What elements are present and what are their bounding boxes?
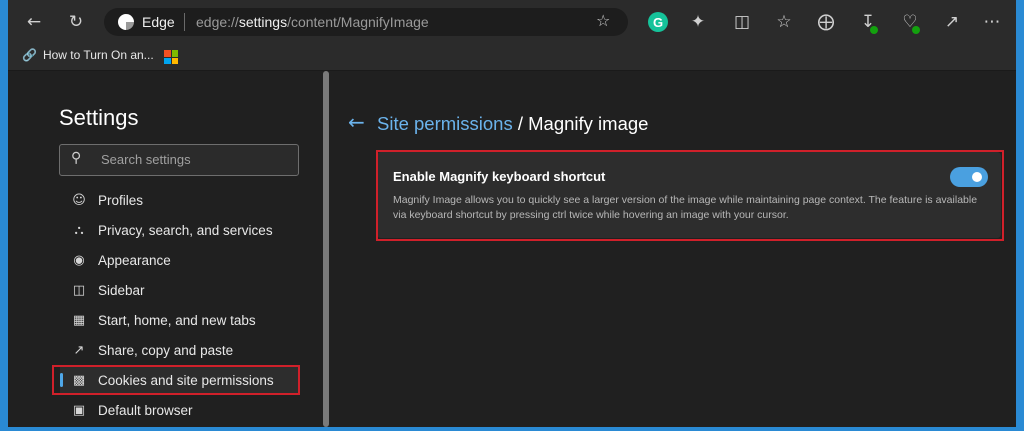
sidebar-item-profiles[interactable]: ☺ Profiles bbox=[60, 187, 300, 213]
favorites-icon[interactable]: ☆ bbox=[772, 10, 796, 34]
default-browser-icon: ▣ bbox=[72, 402, 86, 418]
favorite-star-icon[interactable]: ☆ bbox=[596, 11, 610, 30]
essentials-badge bbox=[912, 26, 920, 34]
favorite-link-label: How to Turn On an... bbox=[42, 48, 154, 62]
microsoft-logo-icon[interactable] bbox=[164, 50, 178, 64]
lock-icon: ⛬ bbox=[74, 222, 84, 238]
share-page-icon[interactable]: ↗ bbox=[940, 10, 964, 34]
sidebar-item-privacy[interactable]: ⛬ Privacy, search, and services bbox=[60, 217, 300, 243]
breadcrumb-site-permissions[interactable]: Site permissions bbox=[377, 113, 513, 134]
back-icon[interactable]: ← bbox=[22, 10, 46, 34]
breadcrumb-separator: / bbox=[512, 113, 529, 134]
sidebar-item-default-browser[interactable]: ▣ Default browser bbox=[60, 397, 300, 423]
sidebar-item-label: Sidebar bbox=[98, 282, 145, 298]
more-menu-icon[interactable]: ⋯ bbox=[980, 10, 1004, 34]
split-screen-icon[interactable]: ◫ bbox=[730, 10, 754, 34]
sidebar-icon: ◫ bbox=[72, 282, 86, 298]
downloads-badge bbox=[870, 26, 878, 34]
sidebar-item-start-home[interactable]: ▦ Start, home, and new tabs bbox=[60, 307, 300, 333]
profile-icon: ☺ bbox=[72, 192, 86, 208]
breadcrumb: Site permissions / Magnify image bbox=[377, 113, 648, 135]
address-url: edge://settings/content/MagnifyImage bbox=[196, 14, 429, 30]
browser-brand: Edge bbox=[142, 14, 175, 30]
address-bar[interactable]: Edge edge://settings/content/MagnifyImag… bbox=[104, 8, 628, 36]
sidebar-scrollbar[interactable] bbox=[323, 71, 329, 427]
search-placeholder: Search settings bbox=[101, 152, 191, 167]
address-divider bbox=[184, 13, 185, 31]
refresh-icon[interactable]: ↻ bbox=[64, 10, 88, 34]
link-icon: 🔗 bbox=[22, 48, 37, 62]
sidebar-item-appearance[interactable]: ◉ Appearance bbox=[60, 247, 300, 273]
settings-sidebar: Settings ⚲ Search settings ☺ Profiles ⛬ … bbox=[8, 71, 320, 427]
favorite-link[interactable]: 🔗 How to Turn On an... bbox=[22, 48, 154, 62]
sidebar-item-label: Appearance bbox=[98, 252, 171, 268]
palette-icon: ◉ bbox=[73, 252, 85, 268]
sidebar-item-sidebar[interactable]: ◫ Sidebar bbox=[60, 277, 300, 303]
edge-logo-icon bbox=[118, 14, 134, 30]
share-icon: ↗ bbox=[73, 342, 85, 358]
browser-window: ← ↻ Edge edge://settings/content/Magnify… bbox=[8, 0, 1016, 427]
sidebar-item-label: Privacy, search, and services bbox=[98, 222, 273, 238]
setting-highlight-box bbox=[376, 150, 1004, 241]
home-tabs-icon: ▦ bbox=[72, 312, 86, 328]
sidebar-item-label: Share, copy and paste bbox=[98, 342, 234, 358]
sidebar-item-label: Default browser bbox=[98, 402, 193, 418]
settings-title: Settings bbox=[59, 105, 139, 130]
extensions-icon[interactable]: ✦ bbox=[686, 10, 710, 34]
search-icon: ⚲ bbox=[71, 150, 82, 166]
sidebar-highlight-box bbox=[52, 365, 300, 395]
grammarly-extension-icon[interactable]: G bbox=[648, 12, 668, 32]
page-title: Magnify image bbox=[528, 113, 649, 134]
collections-icon[interactable]: ⨁ bbox=[814, 10, 838, 34]
browser-toolbar: ← ↻ Edge edge://settings/content/Magnify… bbox=[8, 0, 1016, 44]
sidebar-item-share-copy[interactable]: ↗ Share, copy and paste bbox=[60, 337, 300, 363]
sidebar-item-label: Profiles bbox=[98, 192, 144, 208]
favorites-bar: 🔗 How to Turn On an... bbox=[8, 44, 1016, 71]
back-arrow-icon[interactable]: ← bbox=[348, 110, 365, 134]
sidebar-item-label: Start, home, and new tabs bbox=[98, 312, 256, 328]
search-settings-input[interactable]: ⚲ Search settings bbox=[59, 144, 299, 176]
